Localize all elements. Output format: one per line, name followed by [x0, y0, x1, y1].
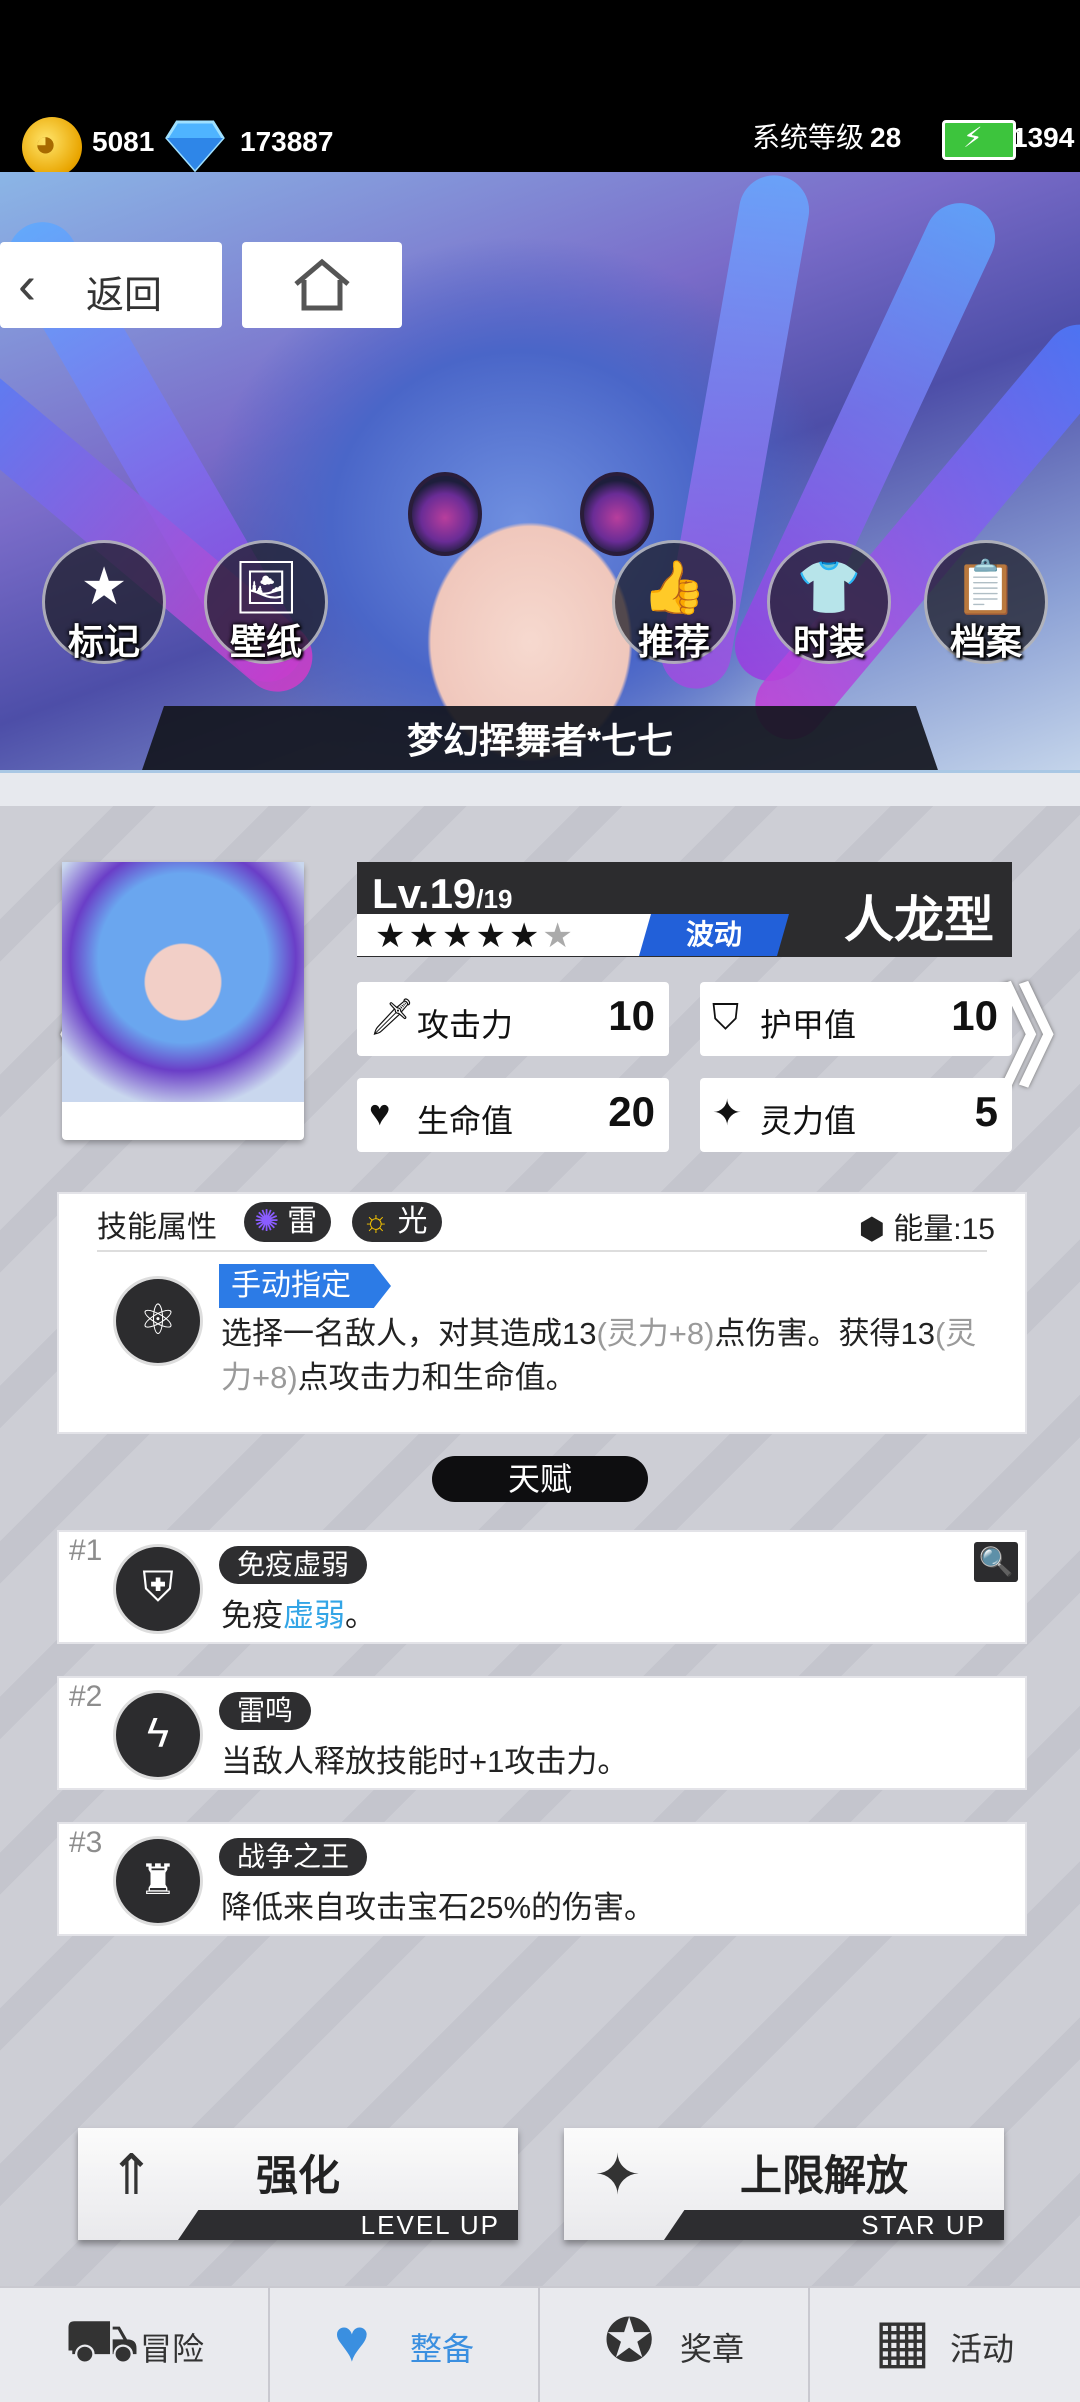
star-rating: ★★★★★★: [375, 917, 576, 955]
system-level-value: 28: [870, 122, 902, 153]
nav-medal[interactable]: ✪ 奖章: [540, 2288, 810, 2402]
hexagon-icon: ⬢: [858, 1213, 894, 1246]
sword-icon: 🗡: [369, 996, 415, 1037]
heart-hands-icon: ♥: [334, 2307, 370, 2374]
talent-description: 当敌人释放技能时+1攻击力。: [221, 1744, 629, 1779]
profile-button[interactable]: 📋 档案: [924, 540, 1048, 664]
nav-prepare[interactable]: ♥ 整备: [270, 2288, 540, 2402]
shirt-icon: 👕: [796, 559, 862, 617]
atom-icon: ⚛: [139, 1296, 177, 1343]
stat-spirit: ✦ 灵力值 5: [700, 1078, 1012, 1152]
stat-armor: ⛉ 护甲值 10: [700, 982, 1012, 1056]
shield-icon: ⛉: [712, 996, 740, 1037]
energy-cost: ⬢ 能量:15: [858, 1213, 995, 1246]
immune-shield-icon: ⛨: [113, 1544, 203, 1634]
stat-attack: 🗡 攻击力 10: [357, 982, 669, 1056]
character-type: 人龙型: [844, 892, 994, 948]
element-tag-thunder: ✺ 雷: [244, 1202, 332, 1242]
wallpaper-button[interactable]: 🖼 壁纸: [204, 540, 328, 664]
divider: [97, 1250, 987, 1252]
skill-attribute-label: 技能属性: [97, 1211, 217, 1244]
chevron-left-icon: ‹: [18, 255, 36, 315]
energy-count: 1394: [1012, 122, 1075, 153]
mark-button[interactable]: ★ 标记: [42, 540, 166, 664]
calendar-icon: ▦: [874, 2307, 931, 2374]
home-icon: [294, 258, 350, 311]
home-button[interactable]: [242, 242, 402, 328]
back-label: 返回: [86, 275, 163, 317]
character-name: 梦幻挥舞者*七七: [406, 720, 673, 761]
diamond-icon: [165, 120, 225, 172]
thunder-roar-icon: ϟ: [113, 1690, 203, 1780]
nav-adventure[interactable]: ⛟ 冒险: [0, 2288, 270, 2402]
next-character-arrow-icon[interactable]: 》: [1000, 948, 1080, 1108]
star-icon: ★: [80, 558, 128, 616]
talent-description: 降低来自攻击宝石25%的伤害。: [221, 1890, 656, 1925]
system-level-label: 系统等级: [752, 122, 865, 153]
recommend-button[interactable]: 👍 推荐: [612, 540, 736, 664]
talent-header: 天赋: [432, 1456, 648, 1502]
banner-frame: [0, 770, 1080, 809]
portrait-image: [62, 862, 304, 1102]
level-panel: Lv.19/19 ★★★★★★ 波动 人龙型: [357, 862, 1012, 957]
war-king-icon: ♜: [113, 1836, 203, 1926]
stat-health: ♥ 生命值 20: [357, 1078, 669, 1152]
medal-icon: ✪: [604, 2307, 655, 2374]
energy-battery-icon: ⚡: [942, 120, 1022, 160]
weak-keyword-link[interactable]: 虚弱: [283, 1598, 345, 1633]
gem-count: 173887: [240, 126, 334, 157]
coin-count: 5081: [92, 126, 155, 157]
nav-events[interactable]: ▦ 活动: [810, 2288, 1078, 2402]
sparkle-icon: ✦: [712, 1092, 743, 1133]
skill-description: 选择一名敌人，对其造成13(灵力+8)点伤害。获得13(灵力+8)点攻击力和生命…: [221, 1316, 977, 1395]
talent-card-1: #1 ⛨ 免疫虚弱 免疫虚弱。 🔍: [57, 1530, 1027, 1644]
character-portrait[interactable]: [62, 862, 304, 1140]
character-name-bar: 梦幻挥舞者*七七: [140, 706, 940, 776]
talent-card-2: #2 ϟ 雷鸣 当敌人释放技能时+1攻击力。: [57, 1676, 1027, 1790]
coin-icon: [22, 117, 82, 177]
magnify-icon[interactable]: 🔍: [974, 1542, 1018, 1582]
sun-icon: ☼: [362, 1205, 390, 1238]
back-button[interactable]: ‹ 返回: [0, 242, 222, 328]
thunder-icon: ✺: [254, 1205, 280, 1238]
level-text: Lv.19/19: [372, 870, 513, 917]
limit-break-button[interactable]: ✦ 上限解放 STAR UP: [564, 2128, 1004, 2240]
image-icon: 🖼: [232, 559, 299, 617]
truck-icon: ⛟: [64, 2307, 140, 2374]
status-bar: 5081 173887 系统等级 28 ⚡ 1394: [0, 0, 1080, 177]
skill-icon: ⚛: [113, 1276, 203, 1366]
enhance-button[interactable]: ⇑ 强化 LEVEL UP: [78, 2128, 518, 2240]
heart-icon: ♥: [369, 1092, 391, 1133]
skill-card: 技能属性 ✺ 雷 ☼ 光 ⬢ 能量:15 ⚛ 手动指定 选择一名敌人，对其造成13(…: [57, 1192, 1027, 1434]
bottom-navigation: ⛟ 冒险 ♥ 整备 ✪ 奖章 ▦ 活动: [0, 2286, 1080, 2402]
manual-target-tag: 手动指定: [219, 1264, 391, 1308]
talent-description: 免疫虚弱。: [221, 1598, 376, 1633]
costume-button[interactable]: 👕 时装: [767, 540, 891, 664]
thumbs-up-icon: 👍: [641, 559, 707, 617]
talent-card-3: #3 ♜ 战争之王 降低来自攻击宝石25%的伤害。: [57, 1822, 1027, 1936]
wave-tag: 波动: [639, 914, 789, 956]
element-tag-light: ☼ 光: [352, 1202, 442, 1242]
document-icon: 📋: [953, 559, 1019, 617]
